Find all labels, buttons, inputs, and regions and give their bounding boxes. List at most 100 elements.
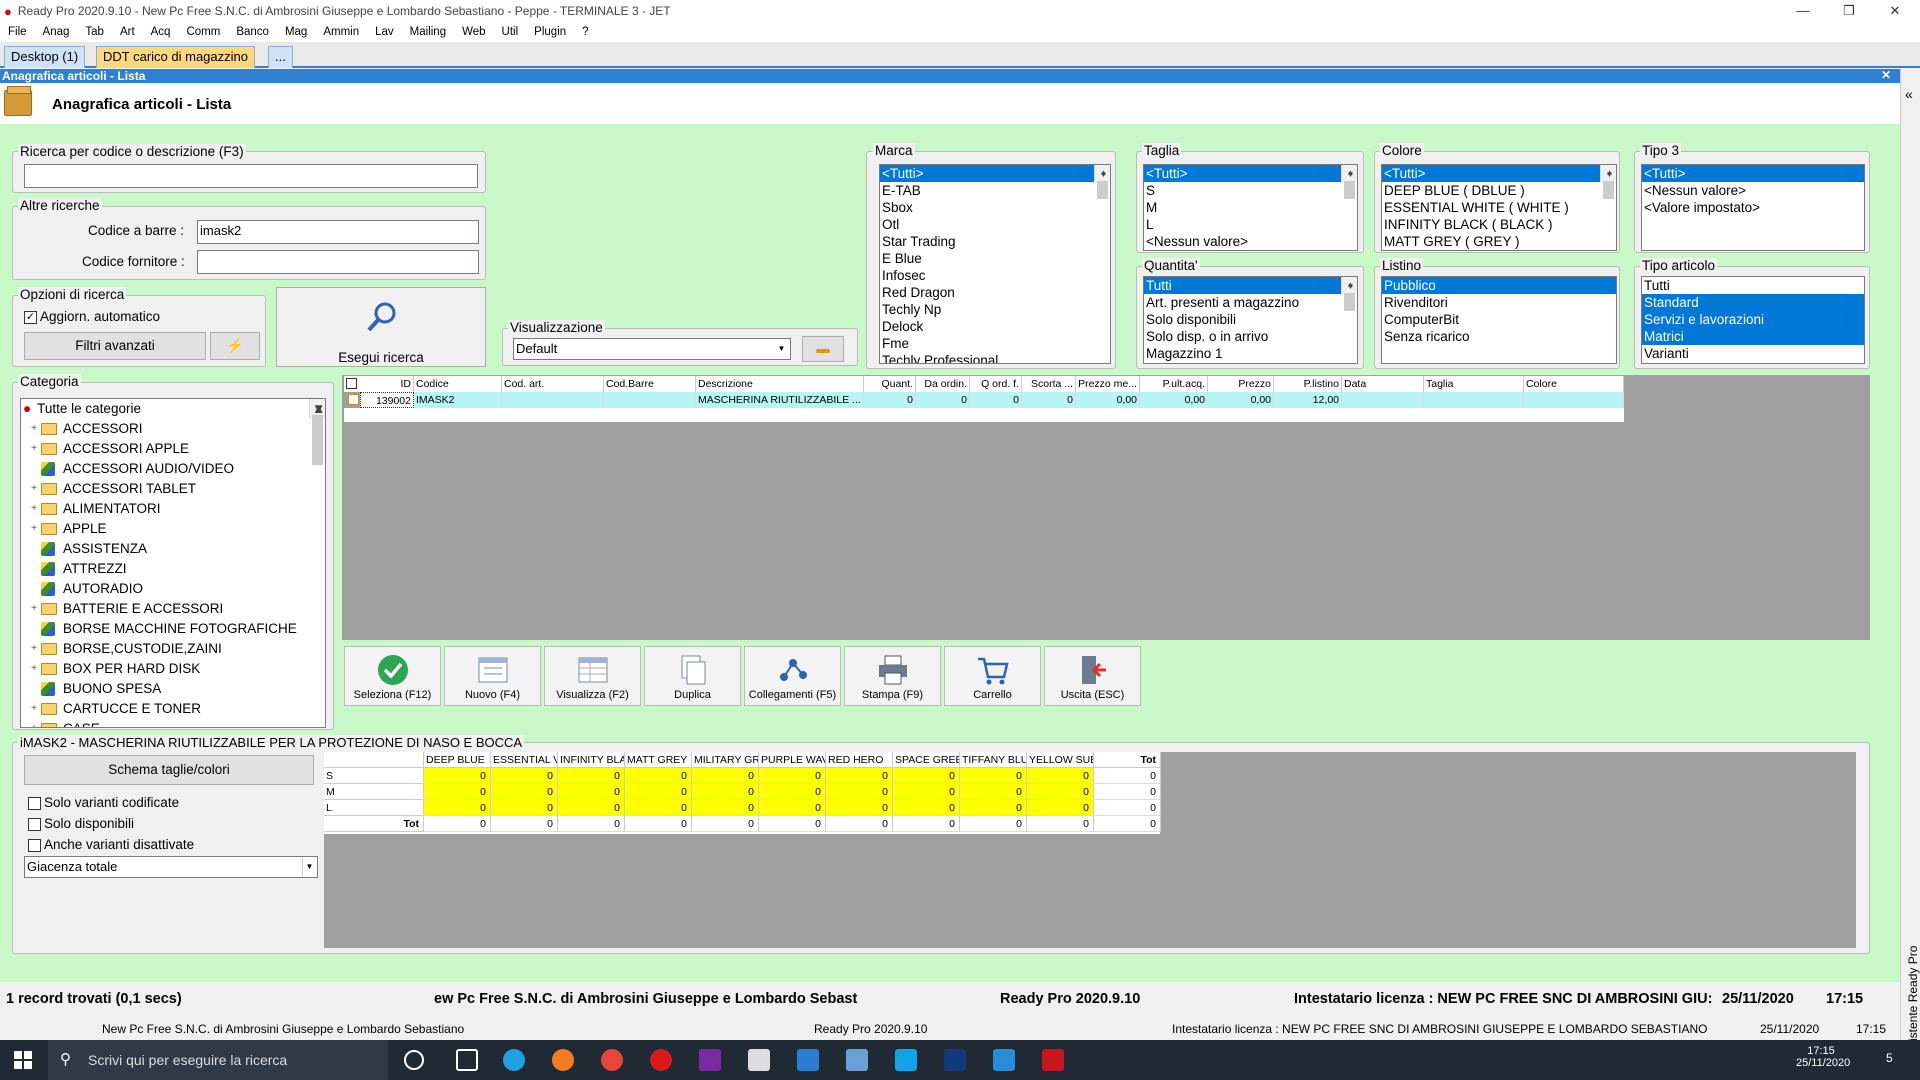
matrix-cell[interactable]: 0 xyxy=(1027,768,1094,784)
restore-button[interactable]: ❐ xyxy=(1826,0,1872,22)
pdf-icon[interactable] xyxy=(1042,1049,1064,1071)
scroll-thumb[interactable] xyxy=(1603,181,1614,199)
list-item[interactable]: Techly Professional xyxy=(880,352,1094,363)
grid-header-cell[interactable]: Cod. art. xyxy=(502,376,604,392)
skype-icon[interactable] xyxy=(895,1049,917,1071)
scrollbar[interactable]: ▲ ▼ xyxy=(1341,165,1357,199)
list-item[interactable]: M xyxy=(1144,199,1341,216)
list-item[interactable]: L xyxy=(1144,216,1341,233)
select-all-checkbox[interactable] xyxy=(346,378,357,389)
folder-button[interactable]: ▬ xyxy=(802,336,844,362)
expand-icon[interactable]: + xyxy=(29,419,39,439)
list-item[interactable]: Delock xyxy=(880,318,1094,335)
matrix-cell[interactable]: 0 xyxy=(424,768,491,784)
scroll-thumb[interactable] xyxy=(1344,181,1355,199)
list-item[interactable]: E Blue xyxy=(880,250,1094,267)
matrix-cell[interactable]: 0 xyxy=(558,800,625,816)
list-item[interactable]: Solo disponibili xyxy=(1144,311,1341,328)
collegamenti-button[interactable]: Collegamenti (F5) xyxy=(744,646,841,706)
list-item[interactable]: E-TAB xyxy=(880,182,1094,199)
list-item[interactable]: INFINITY BLACK ( BLACK ) xyxy=(1382,216,1600,233)
outlook-icon[interactable] xyxy=(797,1049,819,1071)
table-cell[interactable]: 0,00 xyxy=(1076,392,1140,408)
expand-icon[interactable]: + xyxy=(29,479,39,499)
matrix-cell[interactable]: 0 xyxy=(558,768,625,784)
flash-button[interactable]: ⚡ xyxy=(210,332,260,360)
categoria-tree[interactable]: ● Tutte le categorie + ACCESSORI + ACCESSORI… xyxy=(20,398,326,728)
remote-icon[interactable] xyxy=(993,1049,1015,1071)
scroll-down-icon[interactable]: ▼ xyxy=(310,399,325,419)
list-item[interactable]: Art. presenti a magazzino xyxy=(1144,294,1341,311)
marca-list[interactable]: <Tutti> E-TAB Sbox Otl Star Trading E Blue Inf… xyxy=(879,164,1111,364)
varianti-disattivate-checkbox[interactable] xyxy=(28,839,41,852)
menu-comm[interactable]: Comm xyxy=(186,26,220,38)
scroll-thumb[interactable] xyxy=(1344,293,1355,311)
fornitore-input[interactable] xyxy=(197,250,479,274)
table-cell[interactable]: 139002 xyxy=(360,392,414,408)
list-item[interactable]: <Tutti> xyxy=(1382,165,1600,182)
tree-item[interactable]: + BOX PER HARD DISK xyxy=(21,659,325,679)
list-item[interactable]: <Tutti> xyxy=(1642,165,1864,182)
row-checkbox[interactable] xyxy=(348,394,359,405)
collapse-icon[interactable]: « xyxy=(1905,86,1913,102)
list-item[interactable]: Tutti xyxy=(1642,277,1864,294)
taglia-list[interactable]: <Tutti> S M L <Nessun valore> ▲ ▼ xyxy=(1143,164,1358,251)
expand-icon[interactable]: + xyxy=(29,639,39,659)
table-cell[interactable] xyxy=(1424,392,1524,408)
list-item[interactable]: ComputerBit xyxy=(1382,311,1616,328)
matrix-cell[interactable]: 0 xyxy=(692,784,759,800)
grid-header-cell[interactable]: Prezzo me... xyxy=(1076,376,1140,392)
scrollbar[interactable]: ▲ ▼ xyxy=(1600,165,1616,199)
scrollbar[interactable]: ▲ ▼ xyxy=(309,399,325,465)
expand-icon[interactable]: + xyxy=(29,699,39,719)
tree-item[interactable]: AUTORADIO xyxy=(21,579,325,599)
list-item[interactable]: Techly Np xyxy=(880,301,1094,318)
scroll-down-icon[interactable]: ▼ xyxy=(1342,167,1357,182)
matrix-cell[interactable]: 0 xyxy=(491,784,558,800)
tree-item[interactable]: ASSISTENZA xyxy=(21,539,325,559)
matrix-cell[interactable]: 0 xyxy=(893,800,960,816)
close-panel-button[interactable]: ✕ xyxy=(1878,68,1894,82)
taskbar-clock[interactable]: 17:15 25/11/2020 xyxy=(1796,1045,1850,1069)
list-item[interactable]: <Tutti> xyxy=(880,165,1094,182)
tree-item[interactable]: + ACCESSORI TABLET xyxy=(21,479,325,499)
menu-lav[interactable]: Lav xyxy=(375,26,394,38)
grid-header-cell[interactable]: P.ult.acq. xyxy=(1140,376,1208,392)
list-item[interactable]: Tutti xyxy=(1144,277,1341,294)
uscita-button[interactable]: Uscita (ESC) xyxy=(1044,646,1141,706)
matrix-cell[interactable]: 0 xyxy=(826,800,893,816)
list-item[interactable]: S xyxy=(1144,182,1341,199)
expand-icon[interactable]: + xyxy=(29,499,39,519)
matrix-cell[interactable]: 0 xyxy=(960,784,1027,800)
listino-list[interactable]: Pubblico Rivenditori ComputerBit Senza rica… xyxy=(1381,276,1617,364)
tree-item[interactable]: + ACCESSORI xyxy=(21,419,325,439)
tree-item[interactable]: + CARTUCCE E TONER xyxy=(21,699,325,719)
table-cell[interactable]: IMASK2 xyxy=(414,392,502,408)
list-item[interactable]: Otl xyxy=(880,216,1094,233)
tab-ddt-carico[interactable]: DDT carico di magazzino xyxy=(96,46,255,68)
matrix-cell[interactable]: 0 xyxy=(1027,800,1094,816)
stampa-button[interactable]: Stampa (F9) xyxy=(844,646,941,706)
matrix-cell[interactable]: 0 xyxy=(960,800,1027,816)
taskbar-search-box[interactable]: ⚲ Scrivi qui per eseguire la ricerca xyxy=(48,1040,388,1080)
menu-plugin[interactable]: Plugin xyxy=(534,26,566,38)
tree-item[interactable]: +CASE xyxy=(21,719,325,727)
tree-item[interactable]: + BORSE,CUSTODIE,ZAINI xyxy=(21,639,325,659)
tree-item[interactable]: + ACCESSORI APPLE xyxy=(21,439,325,459)
list-item[interactable]: Varianti xyxy=(1642,345,1864,362)
expand-icon[interactable]: + xyxy=(29,659,39,679)
wlcs-icon[interactable] xyxy=(944,1049,966,1071)
grid-header-cell[interactable]: Prezzo xyxy=(1208,376,1274,392)
filtri-avanzati-button[interactable]: Filtri avanzati xyxy=(24,332,206,360)
esegui-ricerca-button[interactable]: Esegui ricerca xyxy=(276,287,486,367)
scrollbar[interactable]: ▲ ▼ xyxy=(1094,165,1110,199)
visualizzazione-select[interactable]: Default xyxy=(513,338,791,360)
tree-root[interactable]: ● Tutte le categorie xyxy=(21,399,325,419)
grid-header-cell[interactable]: Scorta ... xyxy=(1022,376,1076,392)
matrix-cell[interactable]: 0 xyxy=(893,768,960,784)
matrix-cell[interactable]: 0 xyxy=(625,784,692,800)
list-item[interactable]: Solo disp. o in arrivo xyxy=(1144,328,1341,345)
tipo3-list[interactable]: <Tutti> <Nessun valore> <Valore impostato> xyxy=(1641,164,1865,251)
grid-header-cell[interactable]: Quant. xyxy=(864,376,916,392)
minimize-button[interactable]: — xyxy=(1780,0,1826,22)
